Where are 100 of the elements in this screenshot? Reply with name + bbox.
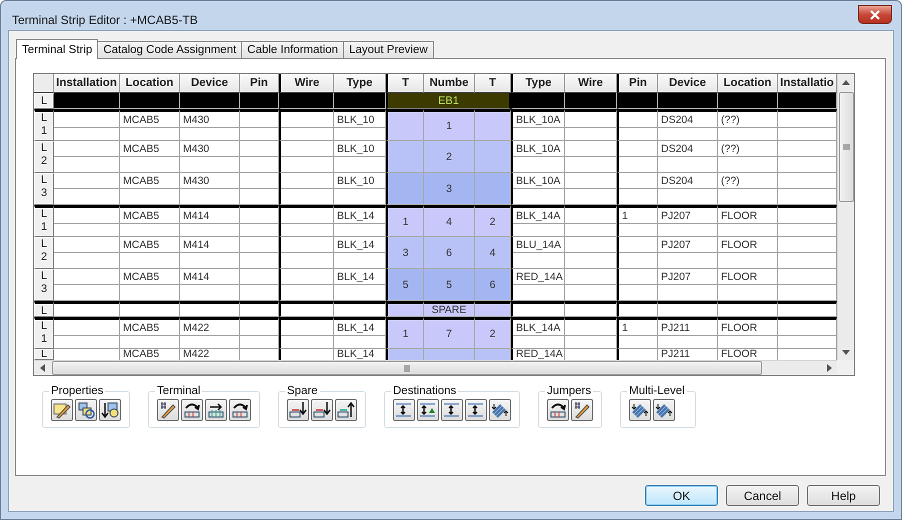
row-header[interactable]: L 2 (34, 141, 54, 173)
column-header[interactable]: Pin (617, 74, 658, 93)
table-cell: DS204 (658, 109, 718, 141)
terminal-down-icon (313, 401, 331, 419)
column-header[interactable]: Location (120, 74, 180, 93)
column-header[interactable]: T (386, 74, 424, 93)
table-cell (279, 301, 334, 317)
table-cell: BLK_14 (334, 205, 386, 237)
table-cell: M414 (180, 205, 240, 237)
tool-button[interactable] (335, 399, 357, 421)
table-cell: 4 (475, 237, 511, 269)
column-header[interactable]: Wire (279, 74, 334, 93)
table-cell: PJ207 (658, 237, 718, 269)
tool-button[interactable] (311, 399, 333, 421)
close-button[interactable] (858, 5, 892, 24)
table-cell (511, 301, 565, 317)
tab[interactable]: Catalog Code Assignment (97, 41, 242, 58)
row-header[interactable]: L 2 (34, 237, 54, 269)
column-header[interactable]: Pin (240, 74, 279, 93)
column-header[interactable]: Device (180, 74, 240, 93)
table-cell: 6 (424, 237, 475, 269)
tool-button[interactable] (51, 399, 73, 421)
dialog-button[interactable]: OK (645, 485, 718, 506)
tool-button[interactable] (205, 399, 227, 421)
column-header[interactable]: Installatio (778, 74, 837, 93)
group-label: Terminal (156, 385, 202, 397)
table-cell: 6 (475, 269, 511, 301)
tool-button[interactable] (393, 399, 415, 421)
table-cell (778, 301, 837, 317)
table-cell (279, 109, 334, 141)
table-cell (778, 109, 837, 141)
tool-button[interactable] (465, 399, 487, 421)
table-cell: 1 (386, 317, 424, 349)
column-header[interactable]: Installation (54, 74, 120, 93)
column-header[interactable]: Location (718, 74, 778, 93)
row-header[interactable]: L (34, 93, 54, 109)
tool-button[interactable] (75, 399, 97, 421)
table-cell: 2 (475, 205, 511, 237)
table-cell (386, 301, 424, 317)
table-cell: 5 (424, 269, 475, 301)
scroll-up-icon[interactable] (842, 80, 850, 84)
table-cell (718, 93, 778, 109)
row-header[interactable]: L 1 (34, 109, 54, 141)
column-header[interactable]: Type (511, 74, 565, 93)
tab[interactable]: Layout Preview (343, 41, 434, 58)
scroll-right-icon[interactable] (826, 364, 832, 372)
table-cell: M430 (180, 109, 240, 141)
tool-button[interactable] (99, 399, 121, 421)
table-cell: (??) (718, 173, 778, 205)
terminal-arrow-icon (183, 401, 201, 419)
column-header[interactable]: T (475, 74, 511, 93)
column-header[interactable]: Numbe (424, 74, 475, 93)
table-cell (617, 237, 658, 269)
table-cell: MCAB5 (120, 173, 180, 205)
column-header[interactable]: Device (658, 74, 718, 93)
tool-button[interactable] (571, 399, 593, 421)
row-header[interactable]: L (34, 301, 54, 317)
row-header[interactable]: L 1 (34, 205, 54, 237)
tool-button[interactable] (417, 399, 439, 421)
table-cell (511, 93, 565, 109)
table-cell (565, 109, 617, 141)
horizontal-scrollbar[interactable] (34, 360, 837, 375)
tool-button[interactable] (653, 399, 676, 421)
table-cell (475, 349, 511, 360)
row-header[interactable]: L 3 (34, 269, 54, 301)
cable-icon (655, 401, 674, 419)
tab[interactable]: Cable Information (241, 41, 344, 58)
dialog-button[interactable]: Cancel (726, 485, 799, 506)
column-header[interactable]: Wire (565, 74, 617, 93)
table-cell: 3 (424, 173, 475, 205)
table-cell: BLK_10 (334, 173, 386, 205)
table-cell (778, 93, 837, 109)
tool-button[interactable] (287, 399, 309, 421)
tool-button[interactable] (547, 399, 569, 421)
vertical-scrollbar[interactable] (837, 74, 854, 360)
table-cell (279, 205, 334, 237)
table-cell (279, 317, 334, 349)
table-cell (617, 349, 658, 360)
dialog-button[interactable]: Help (807, 485, 880, 506)
scroll-thumb[interactable] (52, 361, 762, 375)
row-header[interactable]: L 1 (34, 317, 54, 349)
tool-button[interactable] (441, 399, 463, 421)
tool-button[interactable] (181, 399, 203, 421)
table-cell: PJ207 (658, 269, 718, 301)
scroll-left-icon[interactable] (40, 364, 44, 372)
tool-button[interactable] (229, 399, 251, 421)
tool-button[interactable] (629, 399, 652, 421)
tool-button[interactable] (157, 399, 179, 421)
group-label: Jumpers (546, 385, 592, 397)
row-header[interactable]: L 3 (34, 173, 54, 205)
table-cell (120, 93, 180, 109)
scroll-thumb[interactable] (838, 92, 854, 202)
scroll-down-icon[interactable] (842, 350, 850, 354)
column-header[interactable]: Type (334, 74, 386, 93)
tool-button[interactable] (489, 399, 511, 421)
tab[interactable]: Terminal Strip (16, 39, 98, 59)
table-cell: 1 (386, 205, 424, 237)
table-cell (240, 141, 279, 173)
table-cell (180, 93, 240, 109)
table-cell (279, 141, 334, 173)
